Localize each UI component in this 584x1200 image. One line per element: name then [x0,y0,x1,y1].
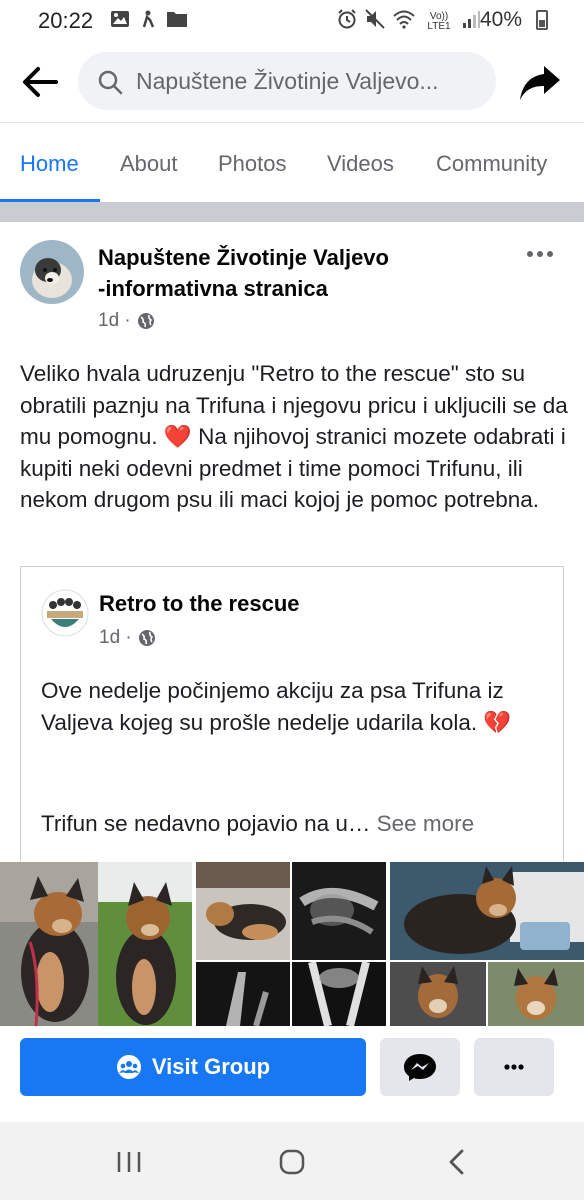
shared-time[interactable]: 1d · [99,627,132,649]
visit-group-label: Visit Group [151,1054,271,1079]
page-header: Napuštene Životinje Valjevo... [0,40,584,122]
alarm-icon [336,8,358,36]
dog-photo-3[interactable] [196,862,290,960]
retro-rescue-logo [41,589,89,637]
battery-percent: 40% [480,8,523,31]
network-label: Vo)) LTE1 [427,11,451,32]
shared-text-truncated: Trifun se nedavno pojavio na u… See more [41,811,551,837]
post-author[interactable]: Napuštene Životinje Valjevo -informativn… [98,242,498,304]
more-dots-icon [527,251,553,257]
tab-community[interactable]: Community [436,151,547,177]
message-button[interactable] [380,1038,460,1096]
post-author-line1: Napuštene Životinje Valjevo [98,245,389,270]
section-divider [0,202,584,222]
shared-text-line2: Trifun se nedavno pojavio na u… [41,811,371,836]
wifi-icon [392,9,416,35]
more-dots-icon [504,1064,524,1070]
mute-icon [364,8,386,36]
xray-photo-2[interactable] [196,962,290,1026]
globe-icon [138,630,155,646]
share-arrow-icon [520,66,560,100]
back-button[interactable] [18,60,62,104]
group-icon [116,1055,141,1079]
arrow-left-icon [23,67,58,97]
tab-videos[interactable]: Videos [327,151,394,177]
post-text: Veliko hvala udruzenju "Retro to the res… [20,361,568,512]
dog-photo-avatar [20,240,84,304]
search-input[interactable]: Napuštene Životinje Valjevo... [78,52,496,110]
tab-photos[interactable]: Photos [218,151,287,177]
tab-home[interactable]: Home [20,151,79,177]
recent-apps-icon[interactable] [114,1150,144,1174]
shared-author[interactable]: Retro to the rescue [99,591,300,617]
tab-about[interactable]: About [120,151,178,177]
page-tabs: Home About Photos Videos Community [0,122,584,202]
shared-meta: 1d · [99,627,156,649]
folder-icon [166,9,187,29]
xray-photo-3[interactable] [292,962,386,1026]
post-time[interactable]: 1d · [98,310,131,332]
photo-collage[interactable] [0,862,584,1026]
search-text: Napuštene Životinje Valjevo... [136,68,439,94]
dog-photo-5[interactable] [390,962,486,1026]
messenger-icon [404,1054,436,1081]
post-author-line2: -informativna stranica [98,276,328,301]
dog-photo-6[interactable] [488,962,584,1026]
system-icons: Vo)) LTE1 [336,8,480,36]
home-icon[interactable] [278,1148,306,1176]
share-button[interactable] [516,58,564,106]
shared-author-avatar[interactable] [41,589,89,637]
android-navigation-bar [0,1122,584,1200]
signal-icon [462,9,480,35]
xray-photo-1[interactable] [292,862,386,960]
dog-photo-2[interactable] [98,862,192,1026]
dog-photo-1[interactable] [0,862,98,1026]
see-more-link[interactable]: See more [377,811,475,836]
notification-icons [110,9,187,29]
status-time: 20:22 [38,8,94,33]
back-nav-icon[interactable] [444,1148,468,1176]
accessibility-icon [138,9,158,29]
page-avatar[interactable] [20,240,84,304]
globe-icon [137,313,154,329]
status-bar: 20:22 Vo)) LTE1 40% [0,0,584,40]
search-icon [98,70,123,95]
dog-photo-4[interactable] [390,862,584,960]
shared-text: Ove nedelje počinjemo akciju za psa Trif… [41,678,512,735]
gallery-icon [110,9,130,29]
visit-group-button[interactable]: Visit Group [20,1038,366,1096]
shared-post-card[interactable]: Retro to the rescue 1d · Ove nedelje poč… [20,566,564,862]
post-meta: 1d · [98,310,155,332]
post-options-button[interactable] [522,242,558,266]
more-options-button[interactable] [474,1038,554,1096]
battery-icon [536,10,548,30]
